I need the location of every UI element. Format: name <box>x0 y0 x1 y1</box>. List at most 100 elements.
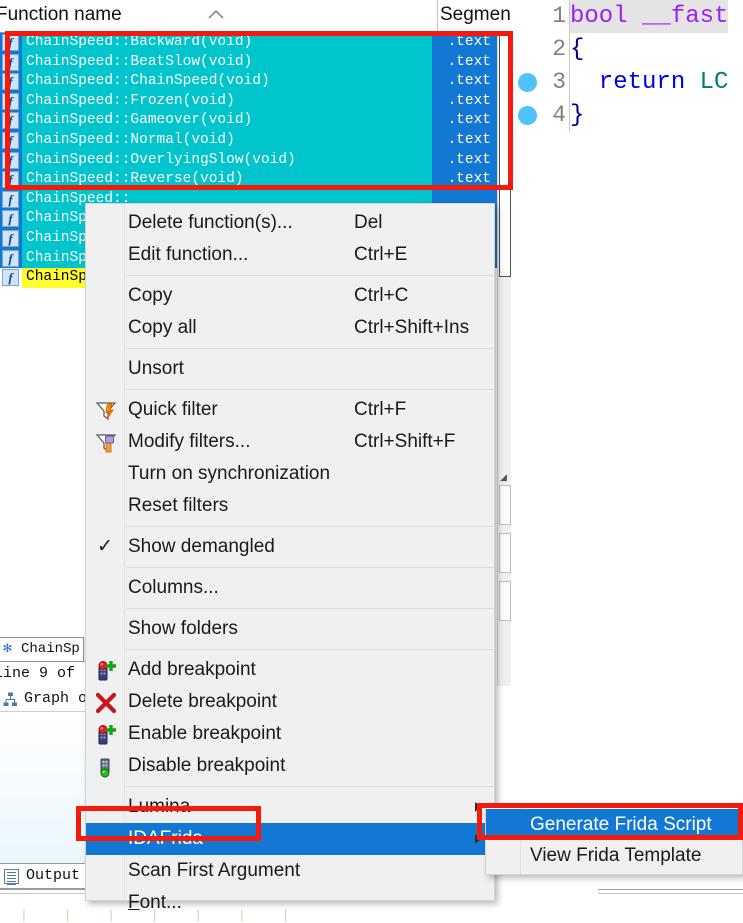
breakpoint-marker-icon[interactable] <box>518 106 537 125</box>
close-x-icon[interactable]: ✻ <box>1 642 14 656</box>
menu-item-disable-breakpoint[interactable]: Disable breakpoint <box>86 750 494 782</box>
menu-item-label: Modify filters... <box>128 431 251 452</box>
menu-item-label: Unsort <box>128 358 184 379</box>
menu-item-label: Edit function... <box>128 244 249 265</box>
menu-item-label: Font... <box>128 892 182 913</box>
checkmark-icon: ✓ <box>97 536 113 557</box>
menu-item-shortcut: Ctrl+F <box>354 399 407 420</box>
menu-item-copy[interactable]: Copy Ctrl+C <box>86 280 494 312</box>
pseudocode-line[interactable]: 2{ <box>512 33 743 66</box>
menu-separator <box>127 608 494 609</box>
filter-orange-icon <box>94 399 118 423</box>
menu-item-label: Disable breakpoint <box>128 755 286 776</box>
menu-item-copy-all[interactable]: Copy all Ctrl+Shift+Ins <box>86 312 494 344</box>
function-icon: f <box>2 229 19 247</box>
menu-item-label: Delete breakpoint <box>128 691 277 712</box>
scrollbar-track-lower-b[interactable] <box>499 533 511 573</box>
scrollbar-track-lower-a[interactable] <box>499 485 511 525</box>
code-text: return LC <box>570 66 729 99</box>
output-window-icon <box>4 869 19 885</box>
line-number: 4 <box>552 102 566 128</box>
code-text: } <box>570 99 584 132</box>
menu-separator <box>127 389 494 390</box>
pseudocode-line[interactable]: 3 return LC <box>512 66 743 99</box>
menu-item-columns[interactable]: Columns... <box>86 572 494 604</box>
annotation-box-function-list-selection <box>5 31 513 190</box>
menu-separator <box>127 275 494 276</box>
column-header-function-name-label: Function name <box>0 4 122 25</box>
menu-item-enable-breakpoint[interactable]: Enable breakpoint <box>86 718 494 750</box>
menu-item-add-breakpoint[interactable]: Add breakpoint <box>86 654 494 686</box>
breakpoint-disable-icon <box>94 755 118 779</box>
code-token: bool <box>570 3 643 30</box>
tab-chainspeed-label: ChainSp <box>21 641 80 657</box>
code-token: return <box>570 69 700 96</box>
output-window-label: Output <box>26 867 81 884</box>
menu-item-shortcut: Ctrl+E <box>354 244 408 265</box>
menu-item-label: Add breakpoint <box>128 659 256 680</box>
menu-item-label: Copy all <box>128 317 197 338</box>
pseudocode-panel[interactable]: 1 bool __fast 2{3 return LC 4} <box>512 0 743 686</box>
menu-item-label: Scan First Argument <box>128 860 301 881</box>
function-icon: f <box>2 249 19 267</box>
menu-item-scan-first-argument[interactable]: Scan First Argument <box>86 855 494 887</box>
menu-item-delete-breakpoint[interactable]: Delete breakpoint <box>86 686 494 718</box>
menu-item-label: Show demangled <box>128 536 275 557</box>
pseudocode-lines: 1 bool __fast 2{3 return LC 4} <box>512 0 743 132</box>
breakpoint-enable-icon <box>94 723 118 747</box>
function-icon: f <box>2 210 19 228</box>
menu-item-quick-filter[interactable]: Quick filter Ctrl+F <box>86 394 494 426</box>
column-header-segment[interactable]: Segment <box>438 0 511 32</box>
menu-item-font[interactable]: Font... <box>86 887 494 919</box>
menu-item-shortcut: Del <box>354 212 383 233</box>
menu-item-shortcut: Ctrl+C <box>354 285 409 306</box>
context-menu[interactable]: Delete function(s)... Del Edit function...… <box>85 203 495 913</box>
menu-separator <box>127 786 494 787</box>
code-text: { <box>570 33 584 66</box>
scrollbar-grip-icon: ◢ <box>500 472 507 482</box>
menu-item-label: Turn on synchronization <box>128 463 331 484</box>
function-icon: f <box>2 269 19 287</box>
annotation-box-generate-frida-script <box>477 803 743 840</box>
menu-item-shortcut: Ctrl+Shift+F <box>354 431 456 452</box>
menu-item-delete-function-s[interactable]: Delete function(s)... Del <box>86 207 494 239</box>
menu-item-modify-filters[interactable]: Modify filters... Ctrl+Shift+F <box>86 426 494 458</box>
menu-item-shortcut: Ctrl+Shift+Ins <box>354 317 470 338</box>
scrollbar-track-lower-c[interactable] <box>499 581 511 621</box>
submenu-item-view-frida-template[interactable]: View Frida Template <box>486 840 742 871</box>
menu-separator <box>127 526 494 527</box>
column-header-segment-label: Segment <box>440 4 511 25</box>
menu-separator <box>127 348 494 349</box>
submenu-item-label: View Frida Template <box>530 845 702 866</box>
tab-chainspeed[interactable]: ✻ ChainSp <box>0 637 84 661</box>
code-token: __fast <box>642 3 729 30</box>
menu-item-label: Enable breakpoint <box>128 723 282 744</box>
filter-purple-icon <box>94 431 118 455</box>
menu-separator <box>127 567 494 568</box>
menu-item-label: Quick filter <box>128 399 218 420</box>
breakpoint-delete-icon <box>94 691 118 715</box>
line-number: 2 <box>552 36 566 62</box>
code-text: bool __fast <box>570 0 729 33</box>
line-status-text: Line 9 of 1 <box>0 665 94 682</box>
pseudocode-line[interactable]: 1 bool __fast <box>512 0 743 33</box>
graph-overview-label: Graph o <box>24 690 88 707</box>
menu-item-reset-filters[interactable]: Reset filters <box>86 490 494 522</box>
chevron-up-icon[interactable] <box>205 8 227 20</box>
functions-table-header[interactable]: Function name Segment <box>0 0 511 33</box>
menu-item-show-folders[interactable]: Show folders <box>86 613 494 645</box>
menu-item-turn-on-synchronization[interactable]: Turn on synchronization <box>86 458 494 490</box>
function-icon: f <box>2 190 19 208</box>
menu-item-show-demangled[interactable]: ✓ Show demangled <box>86 531 494 563</box>
divider-bottom-right-b <box>598 893 743 894</box>
code-token: LC <box>699 69 729 96</box>
code-token: } <box>570 102 585 129</box>
line-number: 3 <box>552 69 566 95</box>
breakpoint-marker-icon[interactable] <box>518 73 537 92</box>
menu-item-unsort[interactable]: Unsort <box>86 353 494 385</box>
annotation-box-idafrida-item <box>76 806 261 841</box>
breakpoint-add-icon <box>94 659 118 683</box>
graph-overview-icon <box>3 692 18 707</box>
pseudocode-line[interactable]: 4} <box>512 99 743 132</box>
menu-item-edit-function[interactable]: Edit function... Ctrl+E <box>86 239 494 271</box>
